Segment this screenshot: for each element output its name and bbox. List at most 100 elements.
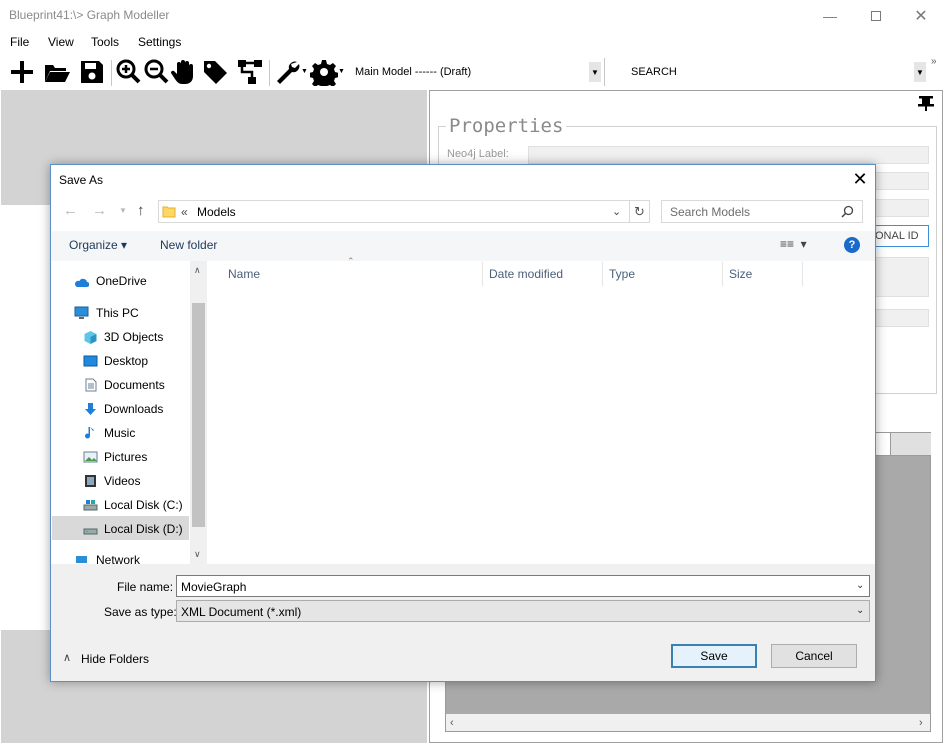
scroll-right-icon[interactable]: › <box>919 717 923 729</box>
save-button[interactable]: Save <box>671 644 757 668</box>
nav-scroll-thumb[interactable] <box>192 303 205 527</box>
nav-item-network[interactable]: Network <box>56 548 190 564</box>
scroll-left-icon[interactable]: ‹ <box>450 717 454 729</box>
save-type-dropdown-icon[interactable]: ⌄ <box>856 605 864 616</box>
nav-item-downloads[interactable]: Downloads <box>56 397 190 421</box>
nav-item-onedrive[interactable]: OneDrive <box>56 269 190 293</box>
search-combo[interactable]: SEARCH <box>631 66 677 78</box>
gear-icon[interactable] <box>310 58 338 86</box>
scroll-up-icon[interactable]: ∧ <box>194 265 201 276</box>
file-name-label: File name: <box>117 580 174 594</box>
menu-tools[interactable]: Tools <box>91 35 119 49</box>
organize-button[interactable]: Organize ▾ <box>69 238 127 252</box>
file-name-dropdown-icon[interactable]: ⌄ <box>856 580 864 591</box>
column-separator[interactable] <box>722 262 723 286</box>
help-icon[interactable]: ? <box>844 237 860 253</box>
nav-label: OneDrive <box>96 274 147 288</box>
nav-label: Downloads <box>104 402 164 416</box>
tag-icon[interactable] <box>201 58 229 86</box>
nav-item-3d-objects[interactable]: 3D Objects <box>56 325 190 349</box>
nav-item-desktop[interactable]: Desktop <box>56 349 190 373</box>
toolbar-overflow-icon[interactable]: » <box>931 56 937 67</box>
model-combo-value: Main Model ------ (Draft) <box>355 66 472 78</box>
search-combo-arrow-icon[interactable]: ▼ <box>914 62 926 82</box>
view-options-icon[interactable]: ≡≡ ▾ <box>780 237 807 251</box>
gear-dropdown-icon[interactable]: ▼ <box>338 68 345 75</box>
scroll-down-icon[interactable]: ∨ <box>194 549 201 560</box>
refresh-button[interactable]: ↻ <box>630 200 650 223</box>
grid-header <box>875 408 931 456</box>
search-placeholder: Search Models <box>670 205 751 219</box>
downloads-icon <box>85 403 96 415</box>
model-combo-arrow-icon[interactable]: ▼ <box>589 62 601 82</box>
recent-dropdown-icon[interactable]: ▼ <box>119 206 127 215</box>
chevron-up-icon[interactable]: ∧ <box>63 651 71 664</box>
maximize-button[interactable] <box>853 0 899 31</box>
column-size[interactable]: Size <box>729 267 752 281</box>
neo4j-label-field[interactable] <box>528 146 929 164</box>
neo4j-label-caption: Neo4j Label: <box>447 148 509 160</box>
3d-objects-icon <box>84 331 97 344</box>
videos-icon <box>85 475 96 487</box>
menu-file[interactable]: File <box>10 35 29 49</box>
column-date-modified[interactable]: Date modified <box>489 267 563 281</box>
address-dropdown-icon[interactable]: ⌄ <box>612 205 621 218</box>
column-type[interactable]: Type <box>609 267 635 281</box>
menu-settings[interactable]: Settings <box>138 35 181 49</box>
zoom-in-icon[interactable] <box>115 58 143 86</box>
breadcrumb-chevron[interactable]: « <box>181 205 188 219</box>
close-window-button[interactable]: ✕ <box>898 0 944 31</box>
nav-item-pictures[interactable]: Pictures <box>56 445 190 469</box>
minimize-button[interactable]: — <box>807 0 853 31</box>
save-icon[interactable] <box>78 58 106 86</box>
nav-item-documents[interactable]: Documents <box>56 373 190 397</box>
grid-horizontal-scrollbar[interactable]: ‹ › <box>446 714 930 731</box>
pin-icon[interactable] <box>917 94 935 112</box>
network-icon <box>76 556 87 563</box>
forward-arrow-icon[interactable]: → <box>92 202 107 219</box>
file-name-input[interactable]: MovieGraph <box>176 575 870 597</box>
nav-label: Pictures <box>104 450 148 464</box>
breadcrumb-models[interactable]: Models <box>197 205 236 219</box>
save-type-select[interactable]: XML Document (*.xml) <box>176 600 870 622</box>
menu-view[interactable]: View <box>48 35 74 49</box>
nav-item-videos[interactable]: Videos <box>56 469 190 493</box>
nav-label: Local Disk (C:) <box>104 498 183 512</box>
search-icon[interactable] <box>841 205 854 218</box>
column-name[interactable]: Name <box>228 267 260 281</box>
new-folder-button[interactable]: New folder <box>160 238 217 252</box>
drive-c-icon <box>83 500 98 511</box>
nav-label: Documents <box>104 378 165 392</box>
dialog-title: Save As <box>59 173 104 187</box>
save-type-label: Save as type: <box>104 605 177 619</box>
pan-hand-icon[interactable] <box>171 58 199 86</box>
computer-icon <box>74 306 89 319</box>
column-separator[interactable] <box>802 262 803 286</box>
nav-item-this-pc[interactable]: This PC <box>56 301 190 325</box>
app-title: Blueprint41:\> Graph Modeller <box>9 8 170 22</box>
onedrive-icon <box>75 278 89 287</box>
back-arrow-icon[interactable]: ← <box>63 202 78 219</box>
wrench-icon[interactable] <box>273 58 301 86</box>
folder-icon <box>162 206 176 218</box>
hierarchy-icon[interactable] <box>236 58 264 86</box>
nav-label: Music <box>104 426 136 440</box>
dialog-close-button[interactable]: ✕ <box>850 170 870 190</box>
wrench-dropdown-icon[interactable]: ▼ <box>301 68 308 75</box>
desktop-icon <box>83 355 98 367</box>
nav-item-local-disk-c[interactable]: Local Disk (C:) <box>56 493 190 517</box>
toolbar-separator <box>269 60 270 86</box>
column-separator[interactable] <box>602 262 603 286</box>
file-list[interactable] <box>208 290 874 563</box>
nav-item-music[interactable]: Music <box>56 421 190 445</box>
open-folder-icon[interactable] <box>43 58 71 86</box>
column-separator[interactable] <box>482 262 483 286</box>
properties-title: Properties <box>446 115 567 137</box>
hide-folders-button[interactable]: Hide Folders <box>81 652 149 666</box>
zoom-out-icon[interactable] <box>143 58 171 86</box>
add-icon[interactable] <box>8 58 36 86</box>
toolbar-separator <box>111 60 112 86</box>
nav-item-local-disk-d[interactable]: Local Disk (D:) <box>56 517 190 541</box>
cancel-button[interactable]: Cancel <box>771 644 857 668</box>
up-arrow-icon[interactable]: ↑ <box>137 202 145 219</box>
